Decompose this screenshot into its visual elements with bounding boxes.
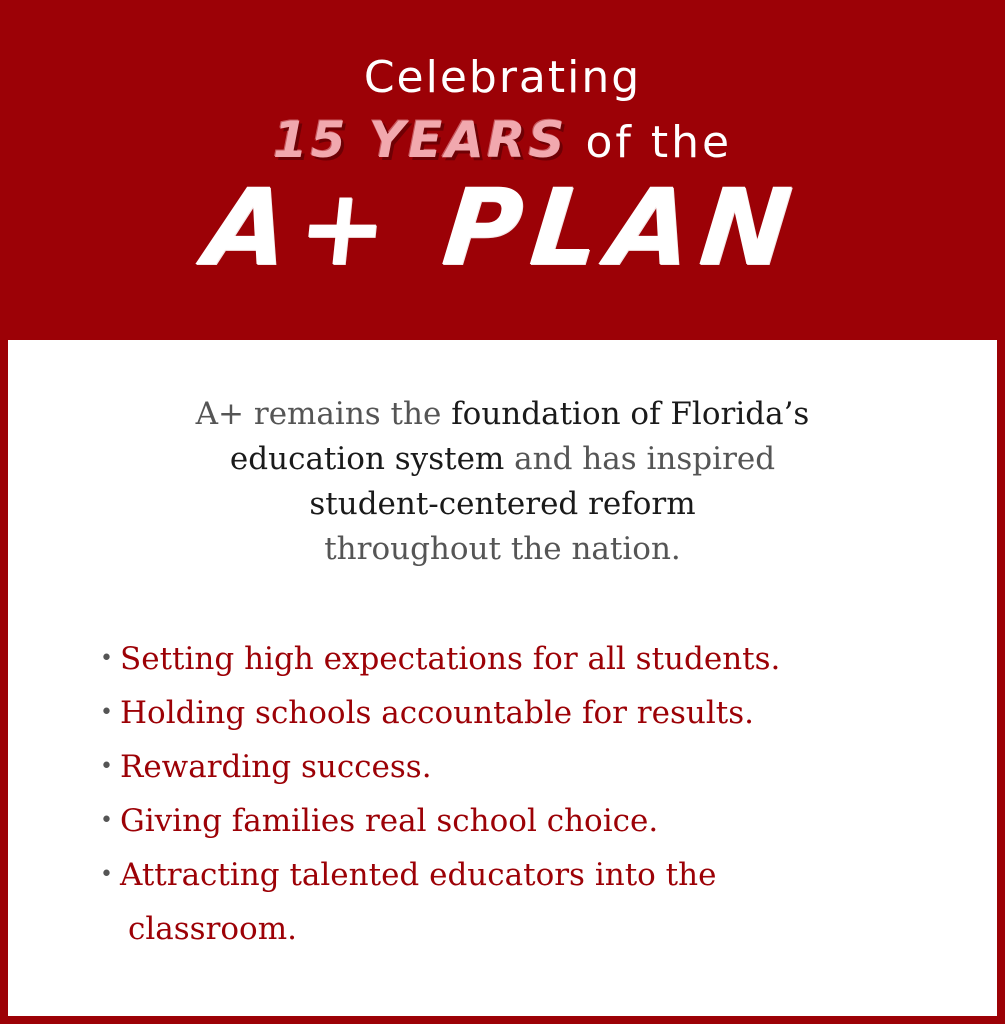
intro-line-1: A+ remains the foundation of Florida’s xyxy=(8,392,997,437)
celebrating-heading: Celebrating xyxy=(363,52,642,103)
bullet-dot: • xyxy=(100,646,113,671)
list-item: • Setting high expectations for all stud… xyxy=(100,632,980,686)
bullet-dot: • xyxy=(100,700,113,725)
content-panel: A+ remains the foundation of Florida’s e… xyxy=(8,340,997,1016)
header-banner: Celebrating 15 YEARS of the A+ PLAN xyxy=(0,0,1005,340)
bullet-text: Giving families real school choice. xyxy=(120,803,659,839)
intro-line-4: throughout the nation. xyxy=(324,531,681,567)
bullet-dot: • xyxy=(100,862,113,887)
intro-line-3: student-centered reform xyxy=(309,486,696,522)
intro-paragraph: A+ remains the foundation of Florida’s e… xyxy=(8,392,997,572)
poster: Celebrating 15 YEARS of the A+ PLAN A+ re… xyxy=(0,0,1005,1024)
intro-segment-1: A+ remains the xyxy=(195,396,452,432)
plan-title-wrap: A+ PLAN xyxy=(0,166,1005,289)
of-the-text: of the xyxy=(585,117,733,168)
list-item: • Attracting talented educators into the… xyxy=(100,848,980,956)
bullet-text: Rewarding success. xyxy=(120,749,432,785)
intro-segment-2: foundation of Florida’s xyxy=(451,396,810,432)
bullet-text: Holding schools accountable for results. xyxy=(120,695,754,731)
list-item: • Giving families real school choice. xyxy=(100,794,980,848)
bullet-continuation: classroom. xyxy=(128,911,297,947)
list-item: • Rewarding success. xyxy=(100,740,980,794)
bullet-dot: • xyxy=(100,808,113,833)
intro-line-2: education system and has inspired xyxy=(8,437,997,482)
bullet-text: Attracting talented educators into the xyxy=(120,857,717,893)
bullet-dot: • xyxy=(100,754,113,779)
plan-title: A+ PLAN xyxy=(199,166,806,289)
fifteen-years-highlight: 15 YEARS xyxy=(272,111,568,169)
intro-segment-4: and has inspired xyxy=(504,441,776,477)
intro-segment-3: education system xyxy=(229,441,505,477)
list-item: • Holding schools accountable for result… xyxy=(100,686,980,740)
bullet-text: Setting high expectations for all studen… xyxy=(120,641,781,677)
bullet-list: • Setting high expectations for all stud… xyxy=(100,632,980,956)
